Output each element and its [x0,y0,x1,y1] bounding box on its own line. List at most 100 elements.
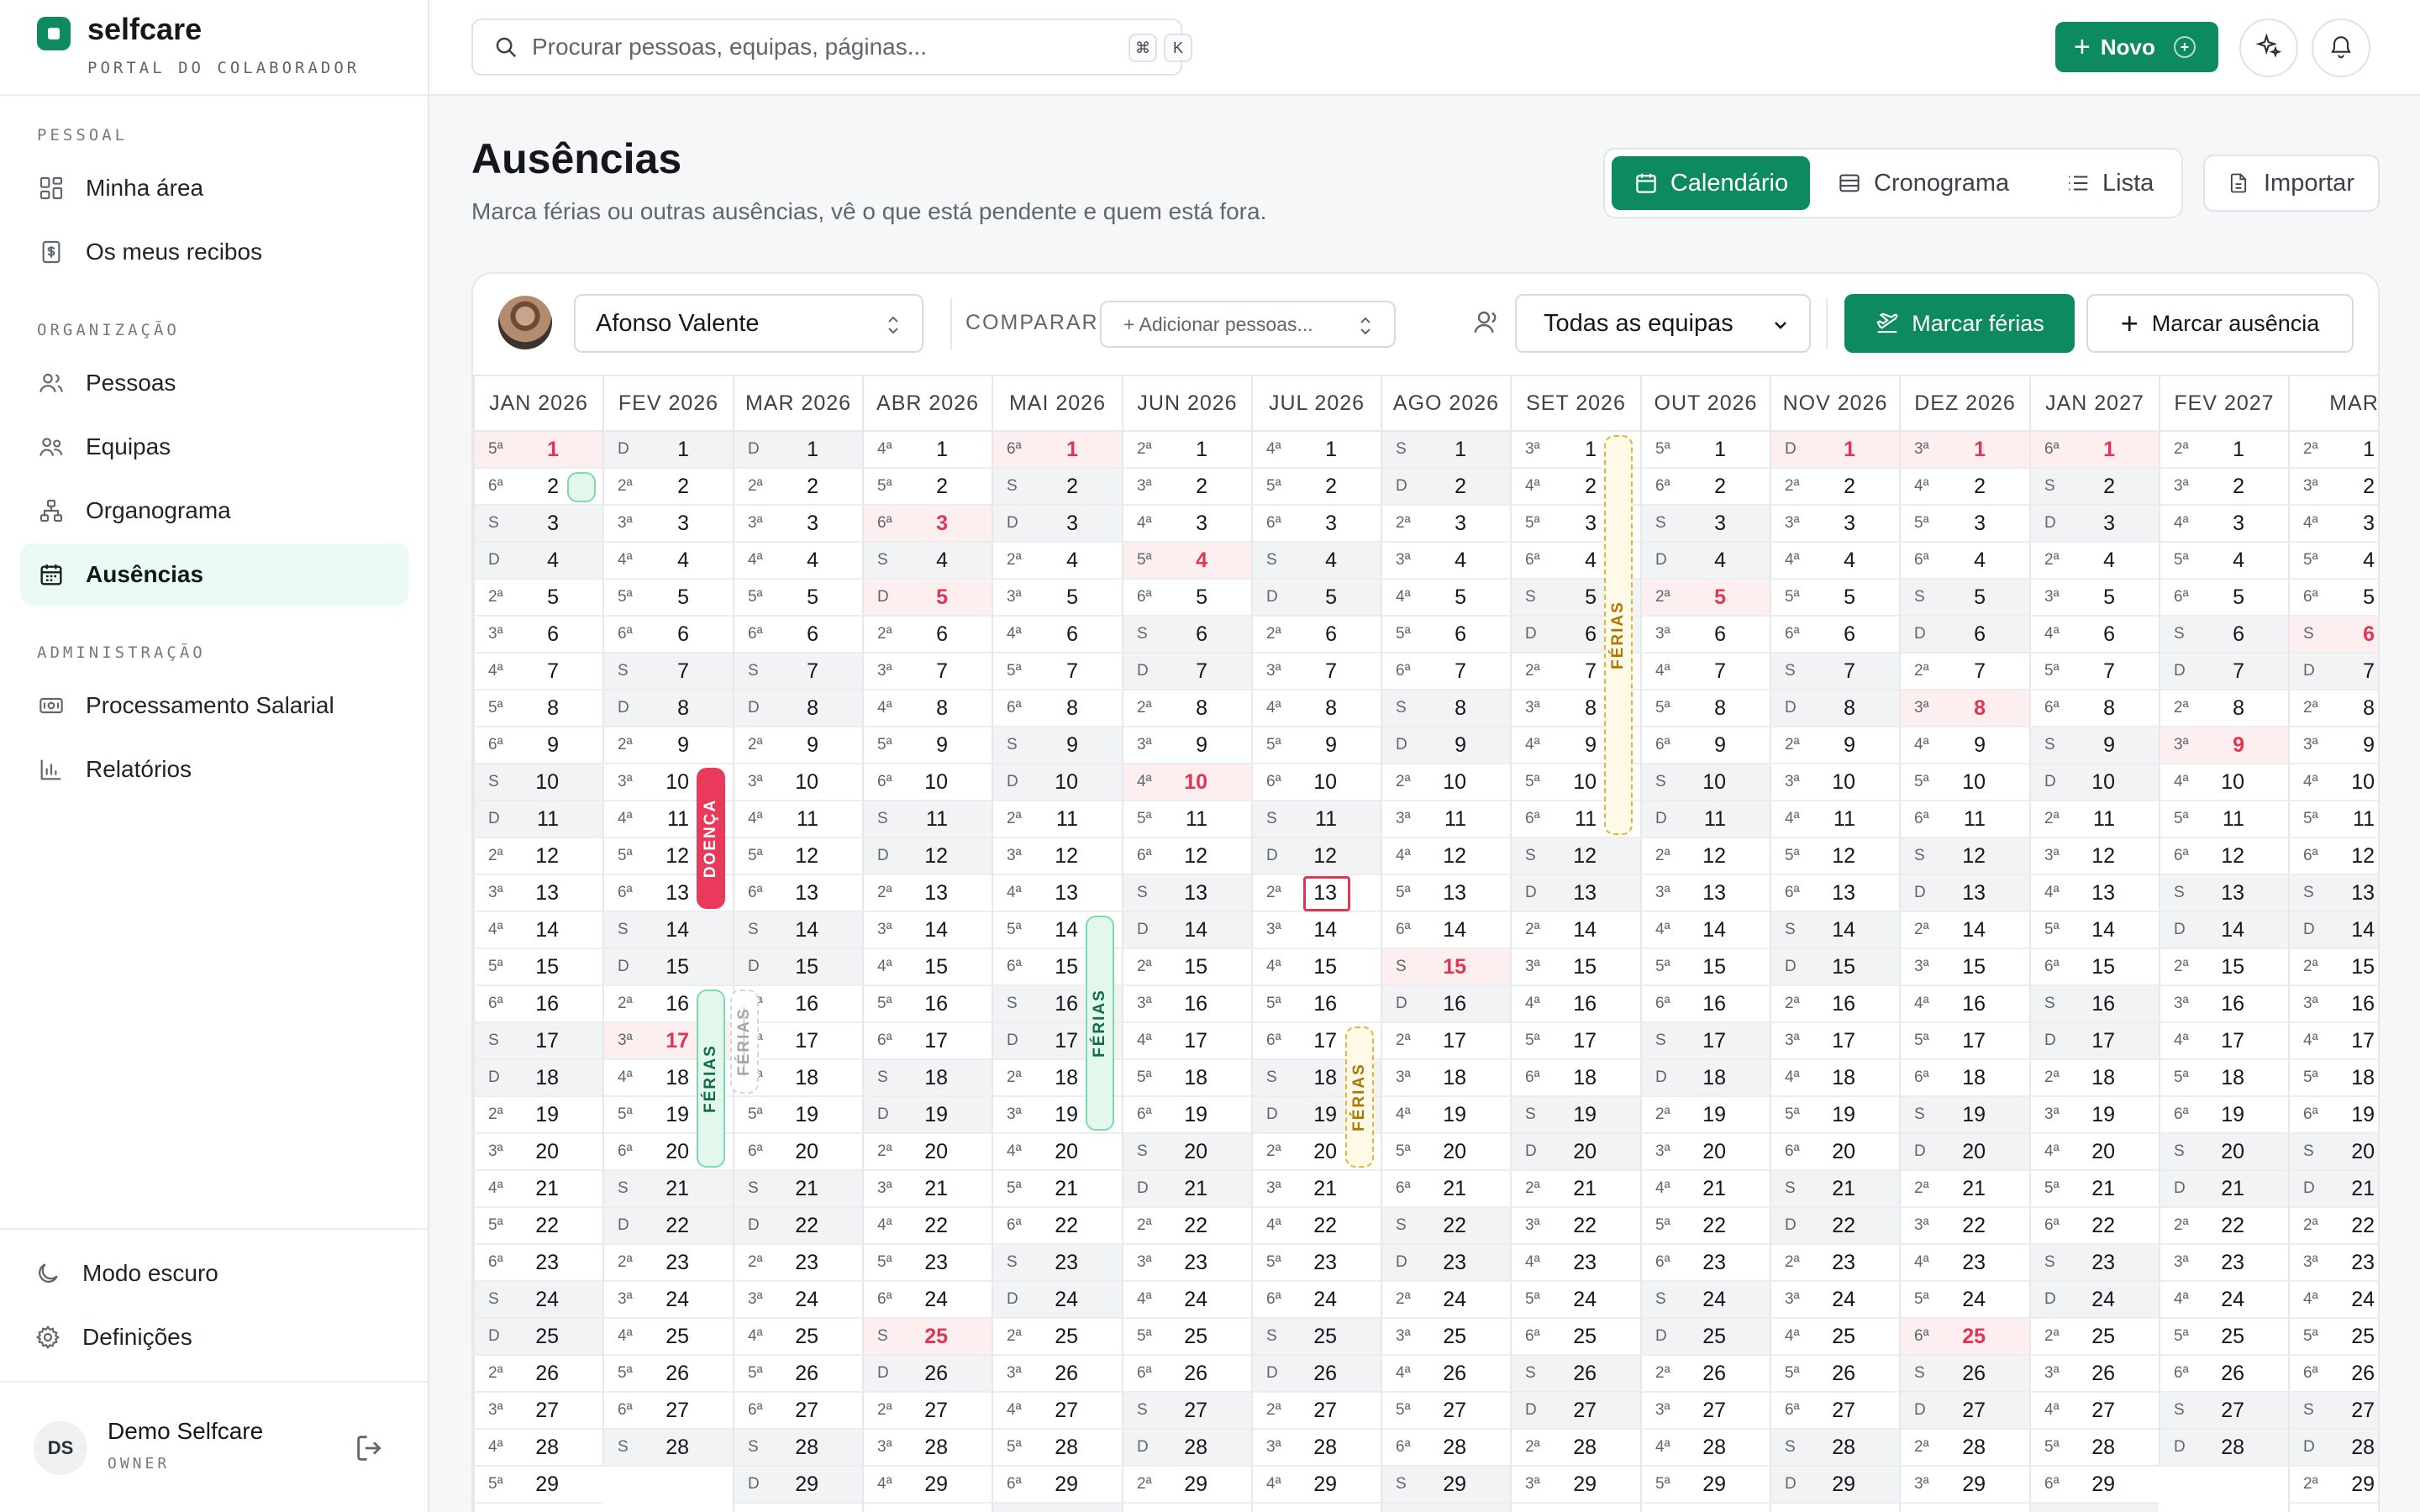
calendar-day-cell[interactable]: 4ª 20 [2029,1134,2159,1171]
calendar-day-cell[interactable]: 2ª 15 [2159,949,2288,986]
calendar-day-cell[interactable]: 2ª 23 [602,1245,733,1282]
calendar-day-cell[interactable]: 5ª 18 [1122,1060,1251,1097]
calendar-day-cell[interactable]: D 19 [862,1097,992,1134]
calendar-day-cell[interactable]: 5ª 23 [862,1245,992,1282]
calendar-day-cell[interactable]: 6ª 23 [1640,1245,1770,1282]
calendar-day-cell[interactable]: 3ª 16 [2288,986,2378,1023]
calendar-day-cell[interactable]: S30 [992,1504,1122,1512]
calendar-day-cell[interactable]: 6ª 1 [2029,432,2159,469]
calendar-day-cell[interactable]: 6ª 5 [2288,580,2378,617]
calendar-day-cell[interactable]: 3ª 16 [2159,986,2288,1023]
calendar-day-cell[interactable]: 5ª 1 [1640,432,1770,469]
calendar-day-cell[interactable]: 6ª 26 [2159,1356,2288,1393]
calendar-day-cell[interactable]: 6ª 8 [992,690,1122,727]
calendar-day-cell[interactable]: 2ª 9 [602,727,733,764]
calendar-day-cell[interactable]: 6ª 12 [2288,838,2378,875]
calendar-day-cell[interactable]: 4ª 25 [602,1319,733,1356]
calendar-day-cell[interactable]: 4ª 5 [1381,580,1510,617]
calendar-day-cell[interactable]: 4ª 8 [1251,690,1381,727]
notifications-button[interactable] [2312,18,2370,77]
calendar-day-cell[interactable]: S 27 [2288,1393,2378,1430]
calendar-day-cell[interactable]: 2ª 6 [862,617,992,654]
calendar-day-cell[interactable]: S 19 [1899,1097,2029,1134]
calendar-day-cell[interactable]: 4ª 19 [1381,1097,1510,1134]
calendar-day-cell[interactable]: 6ª 24 [1251,1282,1381,1319]
calendar-day-cell[interactable]: S3 [1640,506,1770,543]
calendar-day-cell[interactable]: 4ª 26 [1381,1356,1510,1393]
calendar-day-cell[interactable]: S 24 [473,1282,602,1319]
calendar-day-cell[interactable]: 4ª 10 [2159,764,2288,801]
calendar-day-cell[interactable]: 4ª 24 [2159,1282,2288,1319]
calendar-day-cell[interactable]: S 26 [1899,1356,2029,1393]
absence-event-approved[interactable]: FÉRIAS [697,990,725,1168]
calendar-day-cell[interactable]: 4ª 14 [473,912,602,949]
calendar-day-cell[interactable]: D2 [1381,469,1510,506]
calendar-day-cell[interactable]: D 20 [1510,1134,1640,1171]
calendar-day-cell[interactable]: 3ª 21 [1251,1171,1381,1208]
calendar-day-cell[interactable]: D 25 [1640,1319,1770,1356]
calendar-day-cell[interactable]: S 20 [1122,1134,1251,1171]
calendar-day-cell[interactable]: D 22 [733,1208,862,1245]
calendar-day-cell[interactable]: 3ª 15 [1510,949,1640,986]
calendar-day-cell[interactable]: 5ª 23 [1251,1245,1381,1282]
view-list[interactable]: Lista [2065,156,2175,210]
calendar-day-cell[interactable]: 5ª 19 [733,1097,862,1134]
calendar-day-cell[interactable]: D 27 [1899,1393,2029,1430]
calendar-day-cell[interactable]: 4ª 21 [473,1171,602,1208]
calendar-day-cell[interactable]: 3ª 9 [1122,727,1251,764]
mark-vacation-button[interactable]: Marcar férias [1844,294,2075,353]
calendar-day-cell[interactable]: 2ª 29 [2288,1467,2378,1504]
calendar-day-cell[interactable]: 2ª 8 [2159,690,2288,727]
calendar-day-cell[interactable]: 4ª 25 [733,1319,862,1356]
calendar-day-cell[interactable]: 4ª 16 [1510,986,1640,1023]
calendar-day-cell[interactable]: 5ª 18 [2288,1060,2378,1097]
calendar-day-cell[interactable]: 2ª 21 [1510,1171,1640,1208]
calendar-day-cell[interactable]: 2ª 5 [473,580,602,617]
calendar-day-cell[interactable]: D 24 [2029,1282,2159,1319]
calendar-day-cell[interactable]: D 15 [602,949,733,986]
calendar-day-cell[interactable]: 4ª 3 [2288,506,2378,543]
calendar-day-cell[interactable]: 5ª 3 [1899,506,2029,543]
calendar-day-cell[interactable]: 4ª 13 [2029,875,2159,912]
calendar-day-cell[interactable]: 3ª 15 [1899,949,2029,986]
calendar-day-cell[interactable]: 5ª 28 [992,1430,1122,1467]
calendar-day-cell[interactable]: 2ª 20 [862,1134,992,1171]
calendar-day-cell[interactable]: 3ª 20 [1640,1134,1770,1171]
calendar-day-cell[interactable]: D 14 [2159,912,2288,949]
calendar-day-cell[interactable]: 6ª 11 [1899,801,2029,838]
calendar-day-cell[interactable]: 3ª 16 [1122,986,1251,1023]
calendar-day-cell[interactable]: D1 [1770,432,1899,469]
calendar-day-cell[interactable]: 3ª 6 [473,617,602,654]
calendar-day-cell[interactable]: S4 [1251,543,1381,580]
calendar-day-cell[interactable]: D 28 [1122,1430,1251,1467]
calendar-day-cell[interactable]: 3ª 26 [992,1356,1122,1393]
calendar-day-cell[interactable]: S8 [1381,690,1510,727]
search-input[interactable]: Procurar pessoas, equipas, páginas... ⌘ … [471,18,1192,76]
calendar-day-cell[interactable]: D 29 [1770,1467,1899,1504]
calendar-day-cell[interactable]: S 23 [992,1245,1122,1282]
calendar-day-cell[interactable]: D1 [733,432,862,469]
calendar-day-cell[interactable]: 3ª 24 [602,1282,733,1319]
calendar-day-cell[interactable]: 4ª 7 [473,654,602,690]
calendar-day-cell[interactable]: 3ª 12 [2029,838,2159,875]
calendar-day-cell[interactable]: 2ª 15 [1122,949,1251,986]
calendar-day-cell[interactable]: D7 [2288,654,2378,690]
calendar-day-cell[interactable]: 5ª 28 [2029,1430,2159,1467]
calendar-day-cell[interactable]: 6ª 26 [1122,1356,1251,1393]
calendar-day-cell[interactable]: 4ª 13 [992,875,1122,912]
calendar-day-cell[interactable]: 2ª 14 [1510,912,1640,949]
calendar-day-cell[interactable]: 2ª 3 [1381,506,1510,543]
calendar-day-cell[interactable]: 4ª 21 [1640,1171,1770,1208]
calendar-day-cell[interactable]: 5ª 26 [602,1356,733,1393]
calendar-day-cell[interactable]: 2ª 7 [1899,654,2029,690]
calendar-day-cell[interactable]: S1 [1381,432,1510,469]
calendar-day-cell[interactable]: 2ª 10 [1381,764,1510,801]
calendar-day-cell[interactable]: S 25 [1251,1319,1381,1356]
calendar-day-cell[interactable]: 6ª 7 [1381,654,1510,690]
calendar-day-cell[interactable]: S 25 [862,1319,992,1356]
calendar-day-cell[interactable]: 4ª 18 [1770,1060,1899,1097]
sidebar-item-ausencias[interactable]: Ausências [20,543,408,606]
calendar-day-cell[interactable]: 3ª 24 [733,1282,862,1319]
calendar-day-cell[interactable]: 3ª 19 [2029,1097,2159,1134]
calendar-day-cell[interactable]: 5ª 29 [473,1467,602,1504]
